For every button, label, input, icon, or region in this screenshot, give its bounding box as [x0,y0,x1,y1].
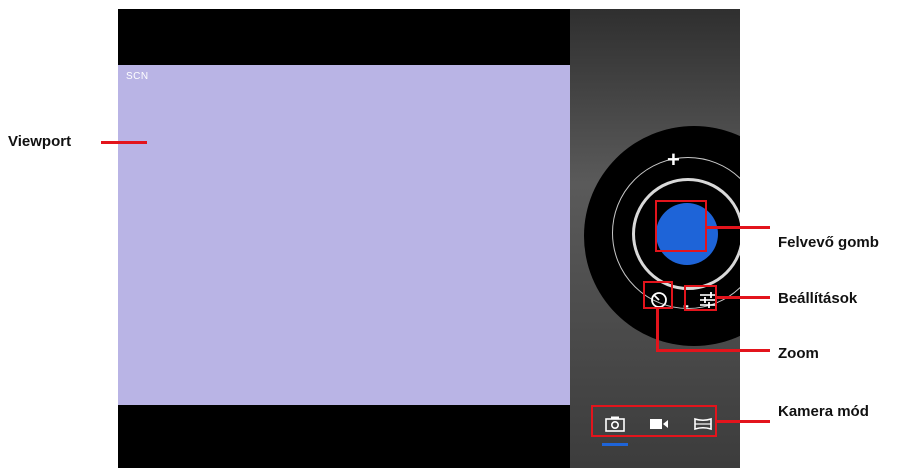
callout-box-settings [684,285,717,311]
callout-box-zoom [643,281,673,309]
scene-mode-label: SCN [126,71,149,82]
camera-app-screen: SCN + · - [118,9,740,468]
annotation-settings: Beállítások [778,290,858,307]
annotation-viewport: Viewport [8,133,72,150]
annotation-record-button: Felvevő gomb [778,234,879,251]
callout-box-camera-mode [591,405,717,437]
callout-box-record [655,200,707,252]
callout-line-viewport [101,141,147,144]
callout-line-camera-mode [717,420,770,423]
annotation-zoom: Zoom [778,345,819,362]
callout-vline-zoom [656,309,659,351]
callout-line-record [707,226,770,229]
annotation-camera-mode: Kamera mód [778,403,869,420]
zoom-in-icon[interactable]: + [667,149,680,171]
viewport[interactable]: SCN [118,65,570,405]
callout-line-settings [717,296,770,299]
callout-line-zoom [656,349,770,352]
active-mode-indicator [602,443,628,446]
